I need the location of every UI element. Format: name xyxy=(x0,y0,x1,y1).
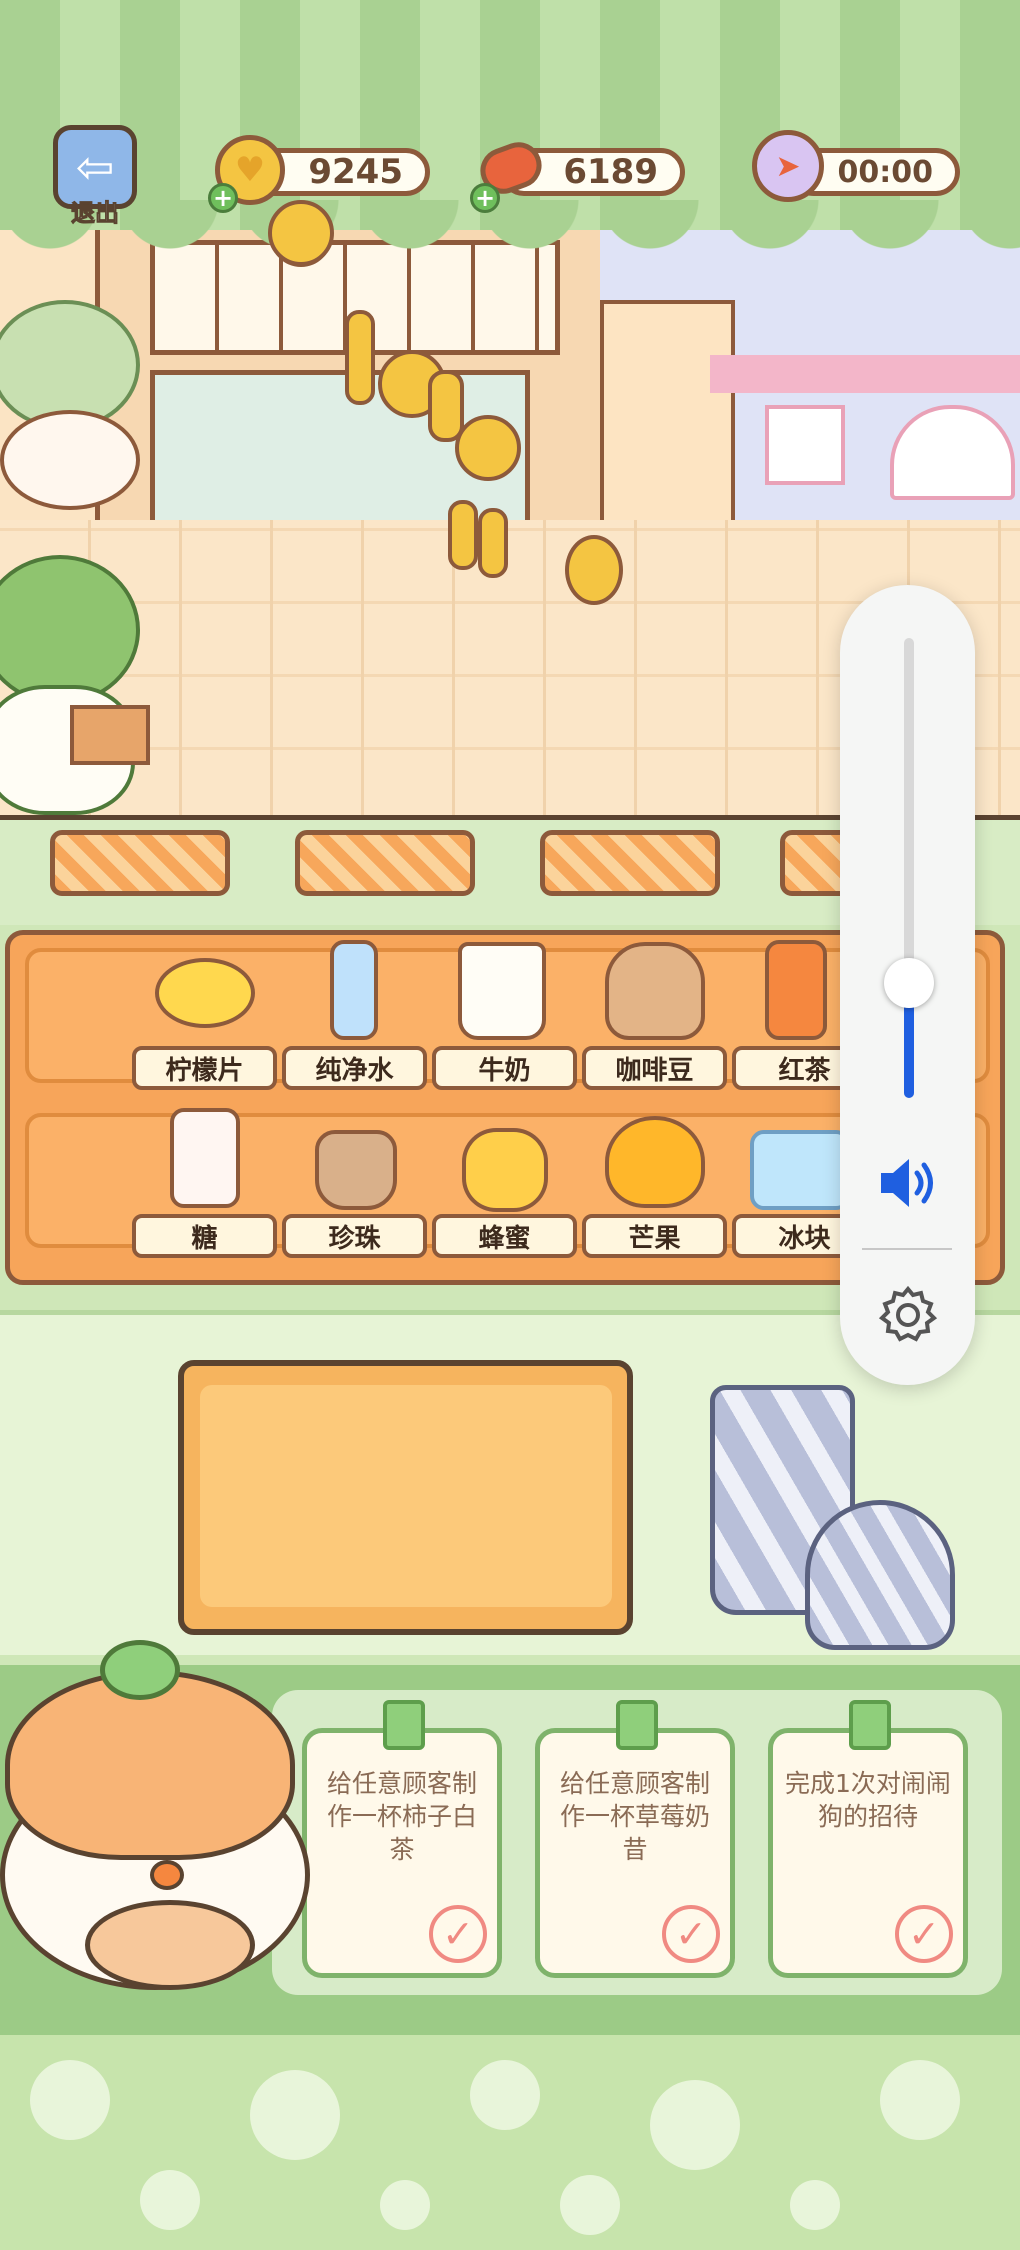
ingredient-label: 纯净水 xyxy=(282,1046,427,1090)
pearls-cup-icon xyxy=(315,1130,397,1210)
flying-coin xyxy=(565,535,623,605)
ingredient-pearls[interactable]: 珍珠 xyxy=(280,1108,430,1263)
ingredient-mango[interactable]: 芒果 xyxy=(580,1108,730,1263)
ingredient-coffee-beans[interactable]: 咖啡豆 xyxy=(580,940,730,1095)
task-text: 给任意顾客制作一杯草莓奶昔 xyxy=(559,1769,710,1864)
serving-mat[interactable] xyxy=(295,830,475,896)
lemon-icon xyxy=(155,958,255,1028)
ingredient-pure-water[interactable]: 纯净水 xyxy=(280,940,430,1095)
flying-coin xyxy=(455,415,521,481)
decor-dot xyxy=(470,2060,540,2130)
task-clip xyxy=(616,1700,658,1750)
water-bottle-icon xyxy=(330,940,378,1040)
check-icon: ✓ xyxy=(662,1905,720,1963)
flying-coin xyxy=(268,200,334,266)
gear-icon[interactable] xyxy=(876,1283,940,1347)
sugar-jar-icon xyxy=(170,1108,240,1208)
ice-cubes-icon xyxy=(750,1130,850,1210)
task-card-3[interactable]: 完成1次对闹闹狗的招待 ✓ xyxy=(768,1728,968,1978)
volume-slider-handle[interactable] xyxy=(884,958,934,1008)
decor-dot xyxy=(380,2180,430,2230)
ingredient-milk[interactable]: 牛奶 xyxy=(430,940,580,1095)
flying-coin xyxy=(448,500,478,570)
add-meat-button[interactable]: + xyxy=(470,183,500,213)
shaker-lid[interactable] xyxy=(805,1500,955,1650)
serving-mat[interactable] xyxy=(50,830,230,896)
task-card-2[interactable]: 给任意顾客制作一杯草莓奶昔 ✓ xyxy=(535,1728,735,1978)
decor-dot xyxy=(30,2060,110,2140)
check-icon: ✓ xyxy=(895,1905,953,1963)
exit-button[interactable]: ⇦ 退出 xyxy=(45,125,145,228)
ingredient-lemon-slice[interactable]: 柠檬片 xyxy=(130,940,280,1095)
mango-icon xyxy=(605,1116,705,1208)
decor-dot xyxy=(560,2175,620,2235)
ingredient-label: 芒果 xyxy=(582,1214,727,1258)
decor-dot xyxy=(250,2070,340,2160)
cutting-board-surface xyxy=(200,1385,612,1607)
ingredient-label: 蜂蜜 xyxy=(432,1214,577,1258)
ingredient-label: 珍珠 xyxy=(282,1214,427,1258)
check-icon: ✓ xyxy=(429,1905,487,1963)
volume-divider xyxy=(862,1248,952,1250)
coin-count: 9245 xyxy=(308,152,403,192)
meat-count: 6189 xyxy=(563,152,658,192)
neighbor-shop-awning xyxy=(710,355,1020,393)
decor-dot xyxy=(790,2180,840,2230)
decor-dot xyxy=(140,2170,200,2230)
milk-jug-icon xyxy=(458,942,546,1040)
honey-jar-icon xyxy=(462,1128,548,1212)
ingredient-sugar[interactable]: 糖 xyxy=(130,1108,280,1263)
neighbor-shop-sign xyxy=(600,300,735,530)
decor-dot xyxy=(880,2060,960,2140)
task-clip xyxy=(849,1700,891,1750)
timer-value: 00:00 xyxy=(837,154,934,190)
exit-label: 退出 xyxy=(71,199,120,228)
ingredient-label: 糖 xyxy=(132,1214,277,1258)
task-text: 给任意顾客制作一杯柿子白茶 xyxy=(326,1769,477,1864)
neighbor-shop-window xyxy=(765,405,845,485)
flying-coin xyxy=(345,310,375,405)
add-coins-button[interactable]: + xyxy=(208,183,238,213)
ingredient-label: 牛奶 xyxy=(432,1046,577,1090)
decor-dot xyxy=(650,2080,740,2170)
black-tea-jar-icon xyxy=(765,940,827,1040)
flying-coin xyxy=(478,508,508,578)
chef-character[interactable] xyxy=(0,1640,320,2000)
task-card-1[interactable]: 给任意顾客制作一杯柿子白茶 ✓ xyxy=(302,1728,502,1978)
timer-icon: ➤ xyxy=(752,130,824,202)
ingredient-honey[interactable]: 蜂蜜 xyxy=(430,1108,580,1263)
speaker-icon[interactable] xyxy=(877,1155,943,1211)
task-clip xyxy=(383,1700,425,1750)
ingredient-label: 咖啡豆 xyxy=(582,1046,727,1090)
serving-mat[interactable] xyxy=(540,830,720,896)
coffee-sack-icon xyxy=(605,942,705,1040)
customer-2-character[interactable] xyxy=(0,555,150,815)
customer-character[interactable] xyxy=(0,300,150,510)
ingredient-label: 柠檬片 xyxy=(132,1046,277,1090)
